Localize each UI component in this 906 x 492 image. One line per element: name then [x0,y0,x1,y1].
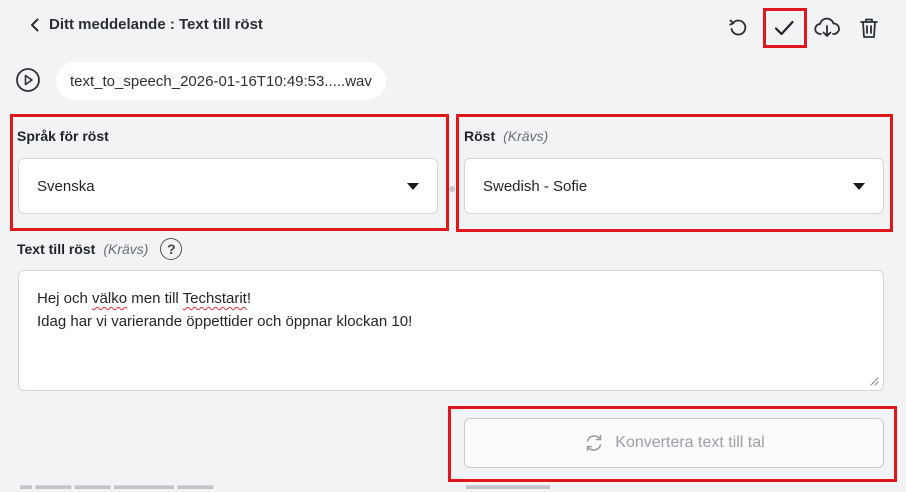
play-button[interactable] [15,67,41,93]
voice-required-hint: (Krävs) [503,128,549,144]
language-select[interactable]: Svenska [18,158,438,214]
back-button[interactable]: Ditt meddelande : Text till röst [27,16,263,33]
convert-button[interactable]: Konvertera text till tal [464,418,884,468]
divider-dot [449,186,455,192]
voice-select-value: Swedish - Sofie [483,177,588,195]
voice-label: Röst (Krävs) [464,128,549,144]
page-title: Ditt meddelande : Text till röst [49,16,263,33]
convert-button-label: Konvertera text till tal [615,434,765,451]
voice-select[interactable]: Swedish - Sofie [464,158,884,214]
text-label: Text till röst (Krävs) ? [17,238,183,260]
cloud-download-icon [814,17,840,37]
language-select-value: Svenska [37,177,95,195]
cutoff-label-left: ▬ ▬▬▬ ▬▬▬ ▬▬▬▬▬ ▬▬▬ [20,478,214,492]
text-line-2: Idag har vi varierande öppettider och öp… [37,313,413,330]
reset-icon [729,19,747,36]
cutoff-label-right: ▬▬▬▬▬▬▬ [466,478,550,492]
audio-file-name: text_to_speech_2026-01-16T10:49:53.....w… [70,72,372,90]
text-required-hint: (Krävs) [103,241,149,257]
text-line-1: Hej och välko men till Techstarit! [37,290,252,307]
download-button[interactable] [813,14,841,42]
play-circle-icon [16,68,40,92]
reset-button[interactable] [724,14,752,42]
language-label: Språk för röst [17,128,109,144]
caret-down-icon [407,182,419,190]
check-icon [774,20,794,36]
refresh-icon [586,434,602,452]
chevron-left-icon [31,18,39,31]
resize-grip-icon[interactable] [869,376,879,386]
save-button[interactable] [770,14,798,42]
delete-button[interactable] [855,14,883,42]
trash-icon [860,18,878,38]
text-input[interactable]: Hej och välko men till Techstarit! Idag … [18,270,884,391]
help-icon[interactable]: ? [160,238,183,260]
audio-file-chip[interactable]: text_to_speech_2026-01-16T10:49:53.....w… [56,62,386,100]
caret-down-icon [853,182,865,190]
